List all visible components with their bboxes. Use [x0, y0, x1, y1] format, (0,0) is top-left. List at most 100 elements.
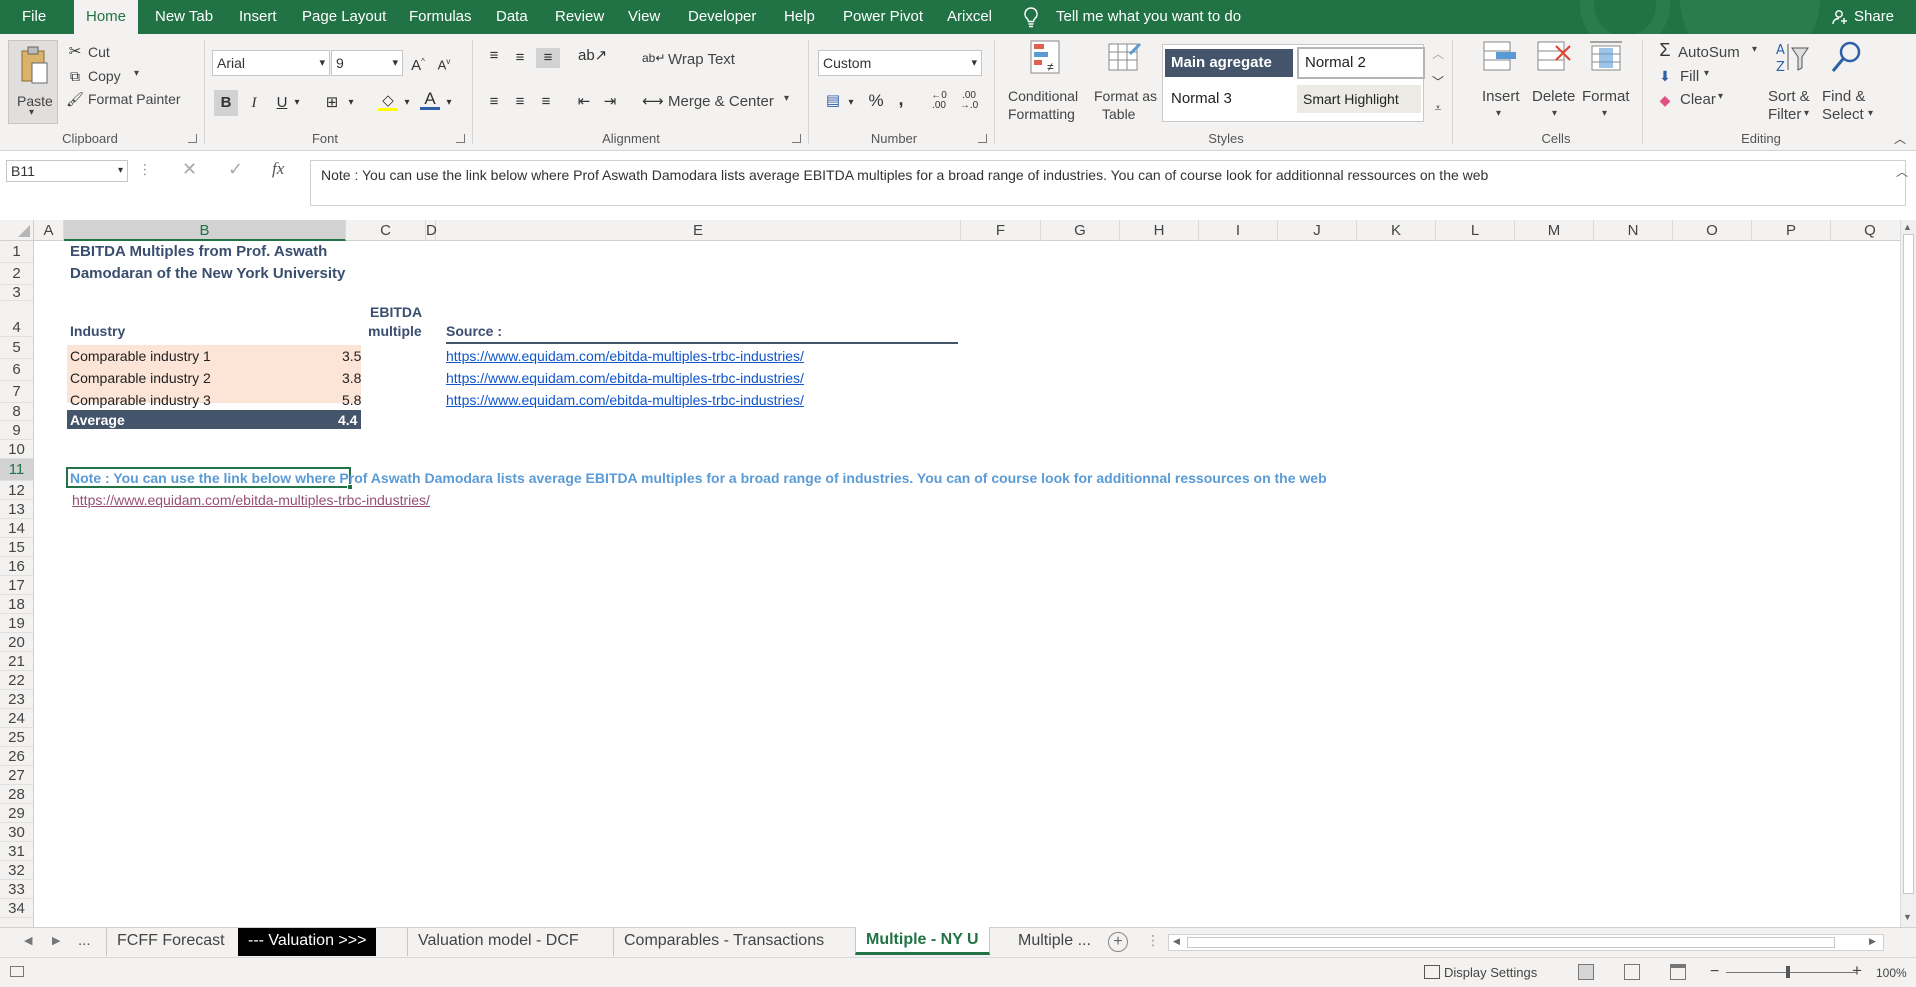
merge-center-button[interactable]: Merge & Center — [668, 93, 774, 110]
align-top-icon[interactable]: ≡ — [484, 46, 504, 66]
tab-scroll-left-icon[interactable]: ◀ — [24, 934, 32, 947]
row-header-8[interactable]: 8 — [0, 403, 33, 421]
column-header-j[interactable]: J — [1278, 220, 1357, 241]
tab-help[interactable]: Help — [784, 0, 815, 34]
column-header-d[interactable]: D — [426, 220, 437, 241]
zoom-slider-thumb[interactable] — [1786, 966, 1790, 978]
chevron-down-icon[interactable]: ▾ — [1704, 68, 1709, 79]
column-header-p[interactable]: P — [1752, 220, 1831, 241]
clipboard-launcher-icon[interactable] — [188, 134, 197, 143]
tab-new-tab[interactable]: New Tab — [155, 0, 213, 34]
row-header-4[interactable]: 4 — [0, 301, 33, 337]
row-header-6[interactable]: 6 — [0, 359, 33, 381]
horizontal-scrollbar[interactable]: ◀ ▶ — [1168, 934, 1884, 951]
tab-scroll-right-icon[interactable]: ▶ — [52, 934, 60, 947]
tab-insert[interactable]: Insert — [239, 0, 277, 34]
row-header-9[interactable]: 9 — [0, 421, 33, 440]
name-box[interactable]: B11 ▾ — [6, 160, 128, 182]
chevron-down-icon[interactable]: ▾ — [784, 93, 789, 104]
sheet-tab-multiple-nyu[interactable]: Multiple - NY U — [855, 927, 990, 955]
row-header-30[interactable]: 30 — [0, 823, 33, 842]
row-header-17[interactable]: 17 — [0, 576, 33, 595]
sort-filter-button[interactable]: AZ Sort & Filter ▾ — [1764, 38, 1818, 128]
orientation-icon[interactable]: ab↗ — [578, 46, 607, 66]
cancel-icon[interactable]: ✕ — [182, 159, 197, 180]
normal-view-icon[interactable] — [1578, 964, 1594, 980]
share-button[interactable]: Share — [1854, 0, 1894, 34]
column-header-q[interactable]: Q — [1831, 220, 1910, 241]
format-painter-button[interactable]: Format Painter — [88, 91, 181, 107]
tab-power-pivot[interactable]: Power Pivot — [843, 0, 923, 34]
insert-function-button[interactable]: fx — [272, 159, 284, 179]
chevron-up-icon[interactable]: ︿ — [1430, 44, 1446, 64]
chevron-down-icon[interactable]: ﹀ — [1430, 72, 1446, 92]
clear-button[interactable]: Clear — [1680, 91, 1716, 108]
sheet-tab-valuation-separator[interactable]: --- Valuation >>> — [238, 928, 377, 956]
vertical-scrollbar[interactable]: ▲ ▼ — [1900, 220, 1916, 927]
alignment-launcher-icon[interactable] — [792, 134, 801, 143]
collapse-ribbon-icon[interactable]: ︿ — [1894, 130, 1906, 147]
find-select-button[interactable]: Find & Select ▾ — [1818, 38, 1880, 128]
formula-input[interactable]: Note : You can use the link below where … — [310, 160, 1906, 206]
column-header-c[interactable]: C — [346, 220, 426, 241]
row-header-15[interactable]: 15 — [0, 538, 33, 557]
display-settings-button[interactable]: Display Settings — [1444, 965, 1537, 980]
scroll-up-icon[interactable]: ▲ — [1903, 222, 1912, 232]
format-cells-button[interactable]: Format ▾ — [1580, 38, 1632, 128]
source-link[interactable]: https://www.equidam.com/ebitda-multiples… — [446, 392, 804, 408]
row-header-31[interactable]: 31 — [0, 842, 33, 861]
align-center-icon[interactable]: ≡ — [510, 92, 530, 112]
font-color-icon[interactable]: A — [420, 89, 440, 110]
zoom-in-icon[interactable]: + — [1852, 961, 1862, 981]
align-right-icon[interactable]: ≡ — [536, 92, 556, 112]
scroll-right-icon[interactable]: ▶ — [1869, 936, 1876, 947]
autosum-button[interactable]: AutoSum — [1678, 44, 1740, 61]
decrease-font-icon[interactable]: Av — [434, 52, 454, 75]
chevron-down-icon[interactable]: ▾ — [292, 93, 302, 113]
copy-button[interactable]: Copy — [88, 68, 121, 84]
sheet-tab-valuation-dcf[interactable]: Valuation model - DCF — [407, 928, 589, 956]
delete-cells-button[interactable]: Delete ▾ — [1528, 38, 1584, 128]
insert-cells-button[interactable]: Insert ▾ — [1476, 38, 1524, 128]
style-normal-3[interactable]: Normal 3 — [1165, 85, 1293, 113]
comma-button[interactable]: , — [894, 89, 908, 109]
format-as-table-button[interactable]: Format as Table — [1090, 38, 1158, 128]
macro-record-icon[interactable] — [10, 966, 24, 977]
row-header-12[interactable]: 12 — [0, 481, 33, 500]
wrap-text-button[interactable]: Wrap Text — [668, 51, 735, 68]
row-header-33[interactable]: 33 — [0, 880, 33, 899]
font-name-select[interactable]: Arial ▾ — [212, 50, 330, 76]
note-link[interactable]: https://www.equidam.com/ebitda-multiples… — [72, 492, 430, 508]
gallery-more-icon[interactable]: ⩡ — [1430, 98, 1446, 118]
number-launcher-icon[interactable] — [978, 134, 987, 143]
tab-view[interactable]: View — [628, 0, 660, 34]
sheet-tab-multiple-more[interactable]: Multiple ... — [1008, 928, 1101, 956]
chevron-down-icon[interactable]: ▾ — [444, 93, 454, 113]
row-header-3[interactable]: 3 — [0, 285, 33, 301]
align-middle-icon[interactable]: ≡ — [510, 48, 530, 68]
row-header-21[interactable]: 21 — [0, 652, 33, 671]
select-all-corner[interactable] — [0, 220, 34, 241]
column-header-k[interactable]: K — [1357, 220, 1436, 241]
sheet-tab-comparables[interactable]: Comparables - Transactions — [613, 928, 834, 956]
row-header-7[interactable]: 7 — [0, 381, 33, 403]
row-header-19[interactable]: 19 — [0, 614, 33, 633]
fill-button[interactable]: Fill — [1680, 68, 1699, 85]
column-header-i[interactable]: I — [1199, 220, 1278, 241]
sheet-tab-fcff-forecast[interactable]: FCFF Forecast — [106, 928, 235, 956]
increase-indent-icon[interactable]: ⇥ — [600, 92, 620, 112]
enter-icon[interactable]: ✓ — [228, 159, 243, 180]
row-header-5[interactable]: 5 — [0, 337, 33, 359]
row-header-13[interactable]: 13 — [0, 500, 33, 519]
percent-button[interactable]: % — [866, 91, 886, 111]
row-header-18[interactable]: 18 — [0, 595, 33, 614]
tab-data[interactable]: Data — [496, 0, 528, 34]
cut-button[interactable]: Cut — [88, 44, 110, 60]
horizontal-scroll-thumb[interactable] — [1187, 937, 1835, 948]
row-header-22[interactable]: 22 — [0, 671, 33, 690]
expand-formula-icon[interactable]: ︿ — [1896, 163, 1908, 180]
row-header-32[interactable]: 32 — [0, 861, 33, 880]
zoom-level[interactable]: 100% — [1876, 966, 1907, 980]
chevron-down-icon[interactable]: ▾ — [346, 93, 356, 113]
tab-arixcel[interactable]: Arixcel — [947, 0, 992, 34]
